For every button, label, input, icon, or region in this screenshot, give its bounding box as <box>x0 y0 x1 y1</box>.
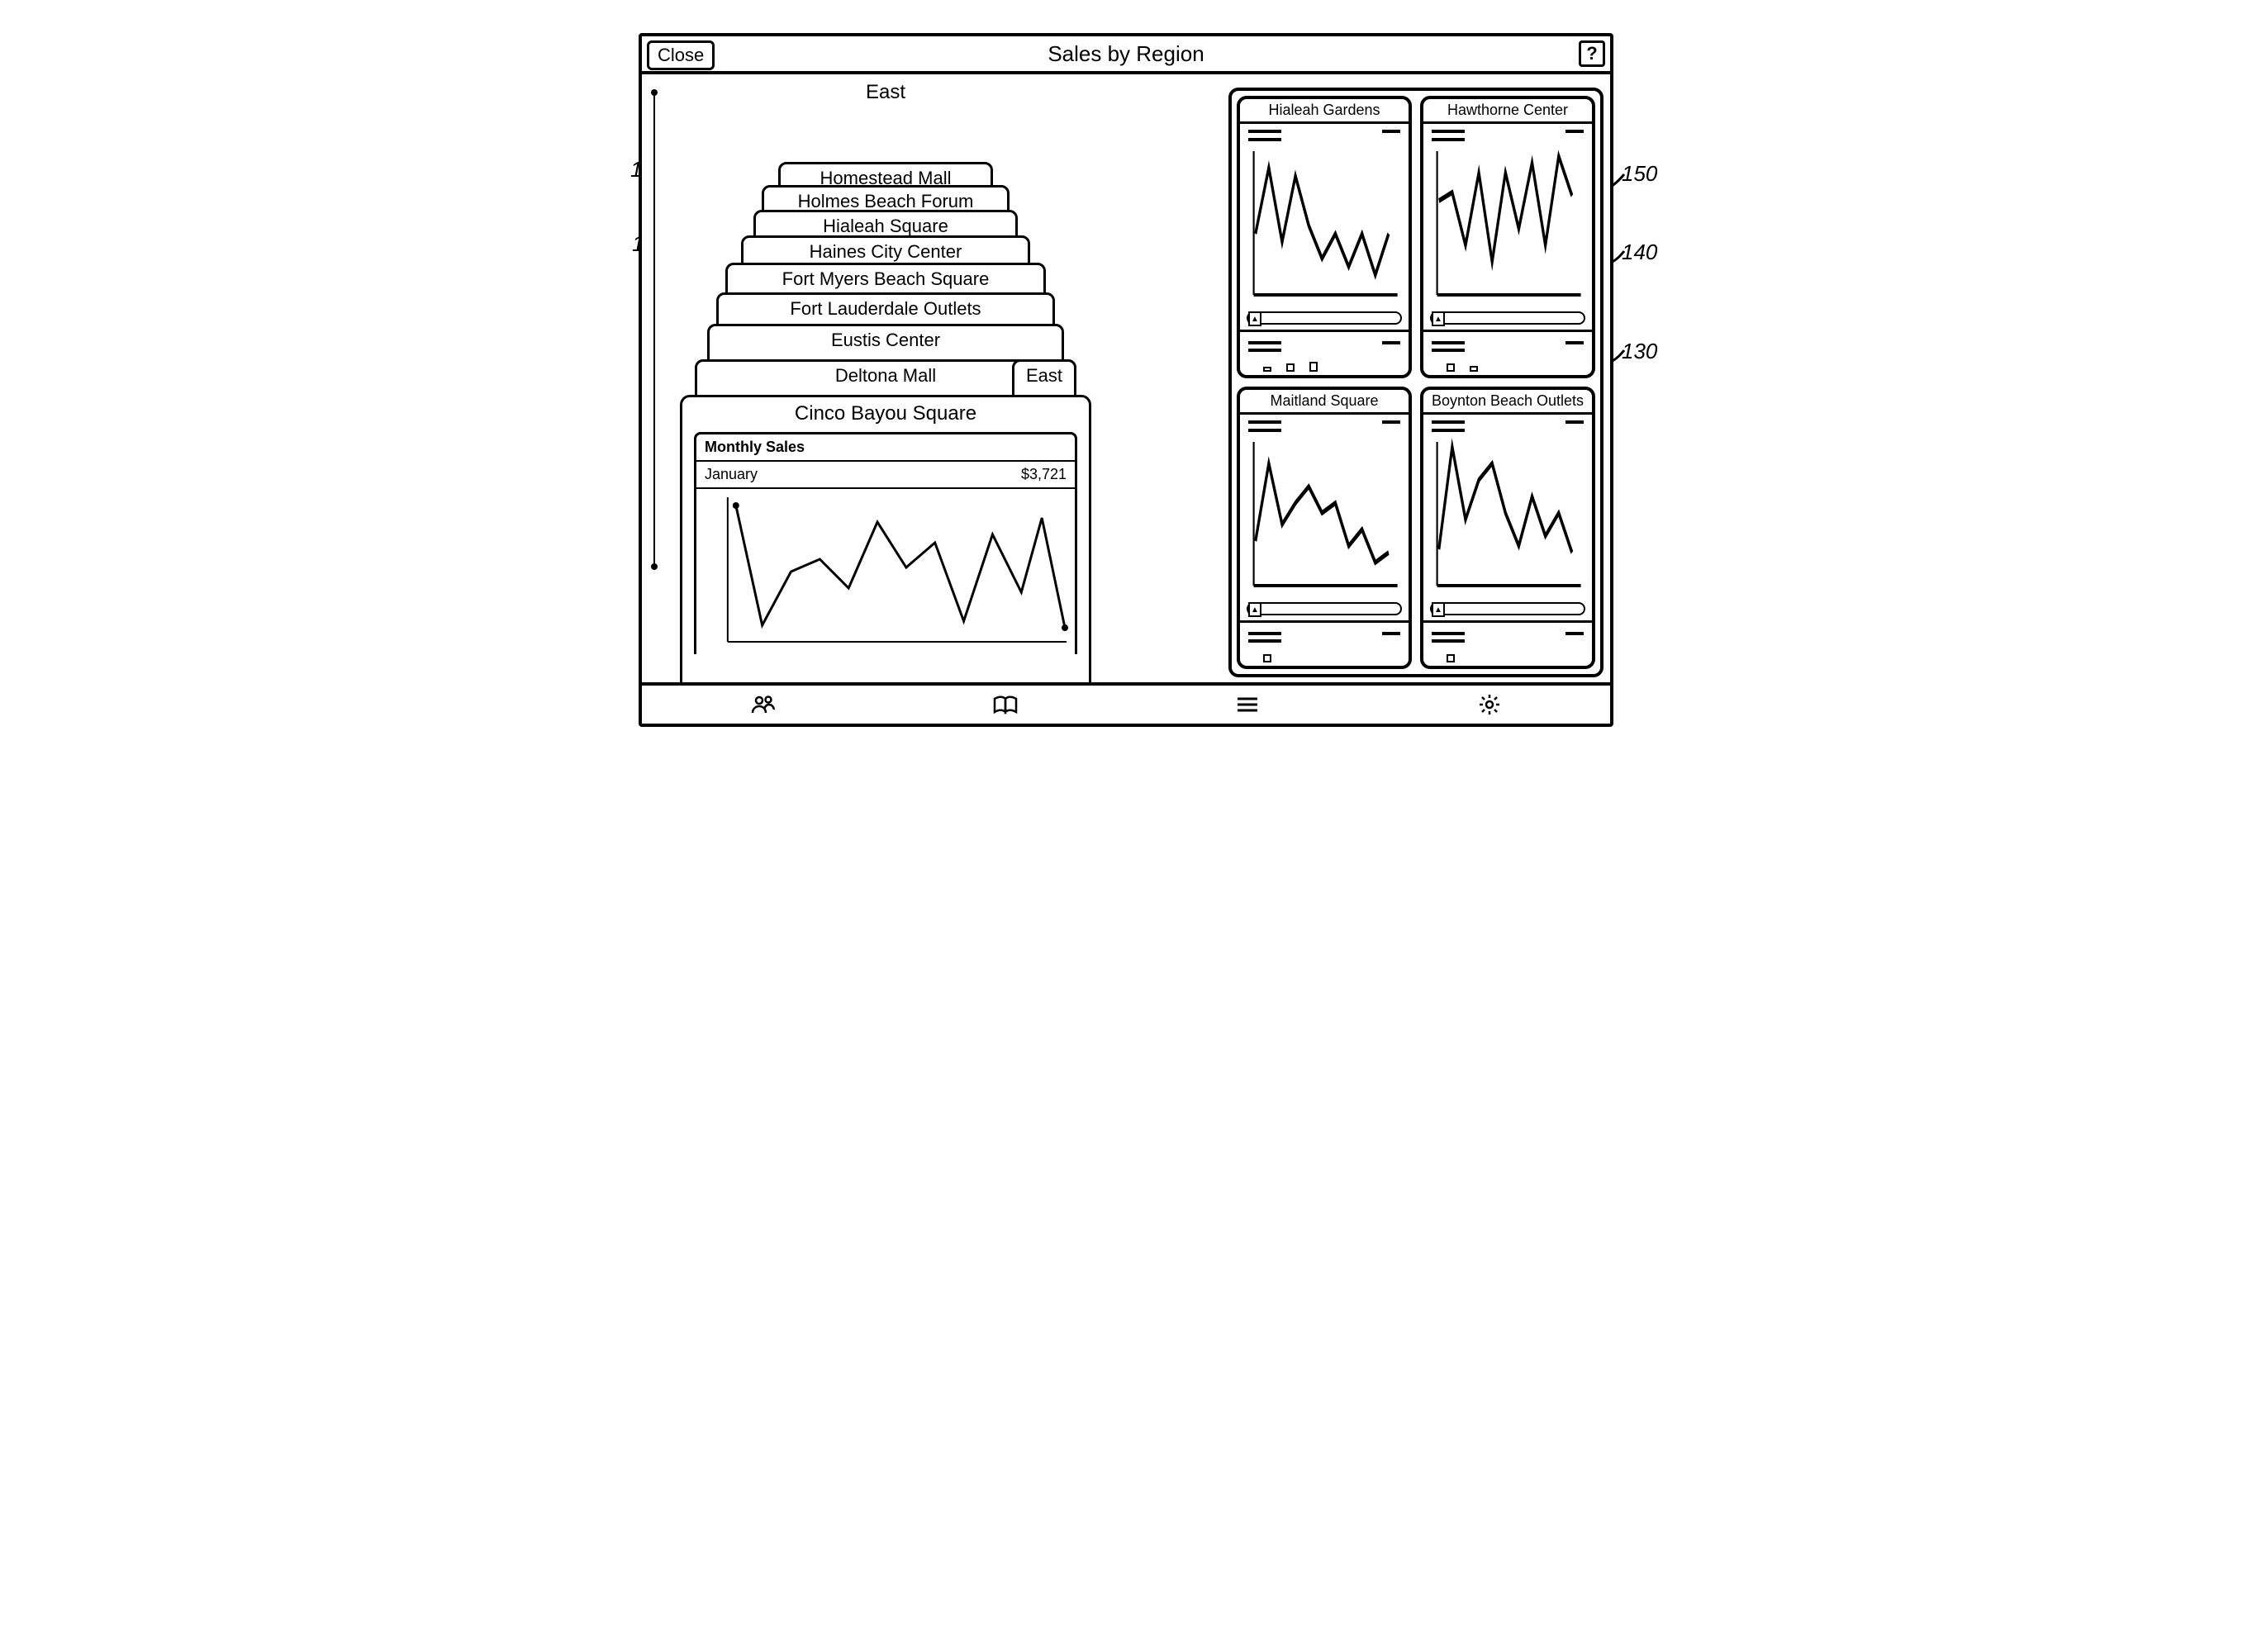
thumb-line-chart <box>1247 434 1402 599</box>
thumb-title: Boynton Beach Outlets <box>1423 390 1592 415</box>
thumb-placeholders <box>1240 424 1409 432</box>
thumb-slider[interactable]: ▲ <box>1430 602 1585 615</box>
thumb-bar-chart <box>1432 354 1584 372</box>
left-pane: East Homestead Mall Holmes Beach Forum H… <box>642 74 1129 682</box>
chart-title: Monthly Sales <box>696 434 1075 462</box>
toolbar-people-icon[interactable] <box>642 686 884 724</box>
card-stack: Homestead Mall Holmes Beach Forum Hialea… <box>642 107 1129 682</box>
thumb-footer <box>1423 620 1592 666</box>
title-bar: Close Sales by Region ? <box>642 36 1610 74</box>
callout-150: 150 <box>1622 161 1657 187</box>
thumb-card[interactable]: Maitland Square ▲ <box>1237 387 1412 669</box>
thumb-card[interactable]: Boynton Beach Outlets ▲ <box>1420 387 1595 669</box>
thumb-placeholders <box>1240 124 1409 133</box>
thumb-slider-handle[interactable]: ▲ <box>1432 602 1445 617</box>
thumb-placeholders <box>1423 415 1592 424</box>
thumb-slider[interactable]: ▲ <box>1247 311 1402 325</box>
right-pane: Hialeah Gardens ▲ <box>1222 74 1610 682</box>
region-header: East <box>642 81 1129 104</box>
chart-value: $3,721 <box>1021 466 1067 483</box>
toolbar-menu-icon[interactable] <box>1126 686 1368 724</box>
thumb-slider[interactable]: ▲ <box>1247 602 1402 615</box>
front-chart-panel: Monthly Sales January $3,721 <box>694 432 1077 654</box>
thumb-slider-handle[interactable]: ▲ <box>1248 311 1261 326</box>
thumb-footer <box>1240 620 1409 666</box>
thumb-bar-chart <box>1248 644 1400 662</box>
thumb-slider[interactable]: ▲ <box>1430 311 1585 325</box>
chart-period: January <box>705 466 758 483</box>
toolbar-book-icon[interactable] <box>884 686 1126 724</box>
main-line-chart <box>696 489 1075 654</box>
thumb-title: Hawthorne Center <box>1423 99 1592 124</box>
callout-140: 140 <box>1622 240 1657 265</box>
thumb-slider-handle[interactable]: ▲ <box>1248 602 1261 617</box>
thumb-card[interactable]: Hialeah Gardens ▲ <box>1237 96 1412 378</box>
thumb-placeholders <box>1423 424 1592 432</box>
thumb-slider-handle[interactable]: ▲ <box>1432 311 1445 326</box>
thumb-placeholders <box>1423 124 1592 133</box>
thumb-bar-chart <box>1432 644 1584 662</box>
thumb-footer <box>1423 330 1592 375</box>
thumb-line-chart <box>1430 143 1585 308</box>
thumb-bar-chart <box>1248 354 1400 372</box>
thumb-placeholders <box>1423 133 1592 141</box>
help-button[interactable]: ? <box>1579 40 1605 67</box>
thumbnails-container: Hialeah Gardens ▲ <box>1228 88 1603 677</box>
app-window: Close Sales by Region ? East Homestead M… <box>639 33 1613 727</box>
window-title: Sales by Region <box>1048 41 1204 67</box>
close-button[interactable]: Close <box>647 40 715 70</box>
callout-130: 130 <box>1622 339 1657 364</box>
thumb-placeholders <box>1240 415 1409 424</box>
chart-summary-row: January $3,721 <box>696 462 1075 489</box>
thumb-placeholders <box>1240 133 1409 141</box>
bottom-toolbar <box>642 682 1610 724</box>
thumb-title: Maitland Square <box>1240 390 1409 415</box>
thumb-line-chart <box>1430 434 1585 599</box>
front-card[interactable]: Cinco Bayou Square Monthly Sales January… <box>680 395 1091 682</box>
thumb-card[interactable]: Hawthorne Center ▲ <box>1420 96 1595 378</box>
toolbar-gear-icon[interactable] <box>1368 686 1610 724</box>
thumb-title: Hialeah Gardens <box>1240 99 1409 124</box>
front-card-title: Cinco Bayou Square <box>682 397 1089 432</box>
thumb-footer <box>1240 330 1409 375</box>
thumb-line-chart <box>1247 143 1402 308</box>
